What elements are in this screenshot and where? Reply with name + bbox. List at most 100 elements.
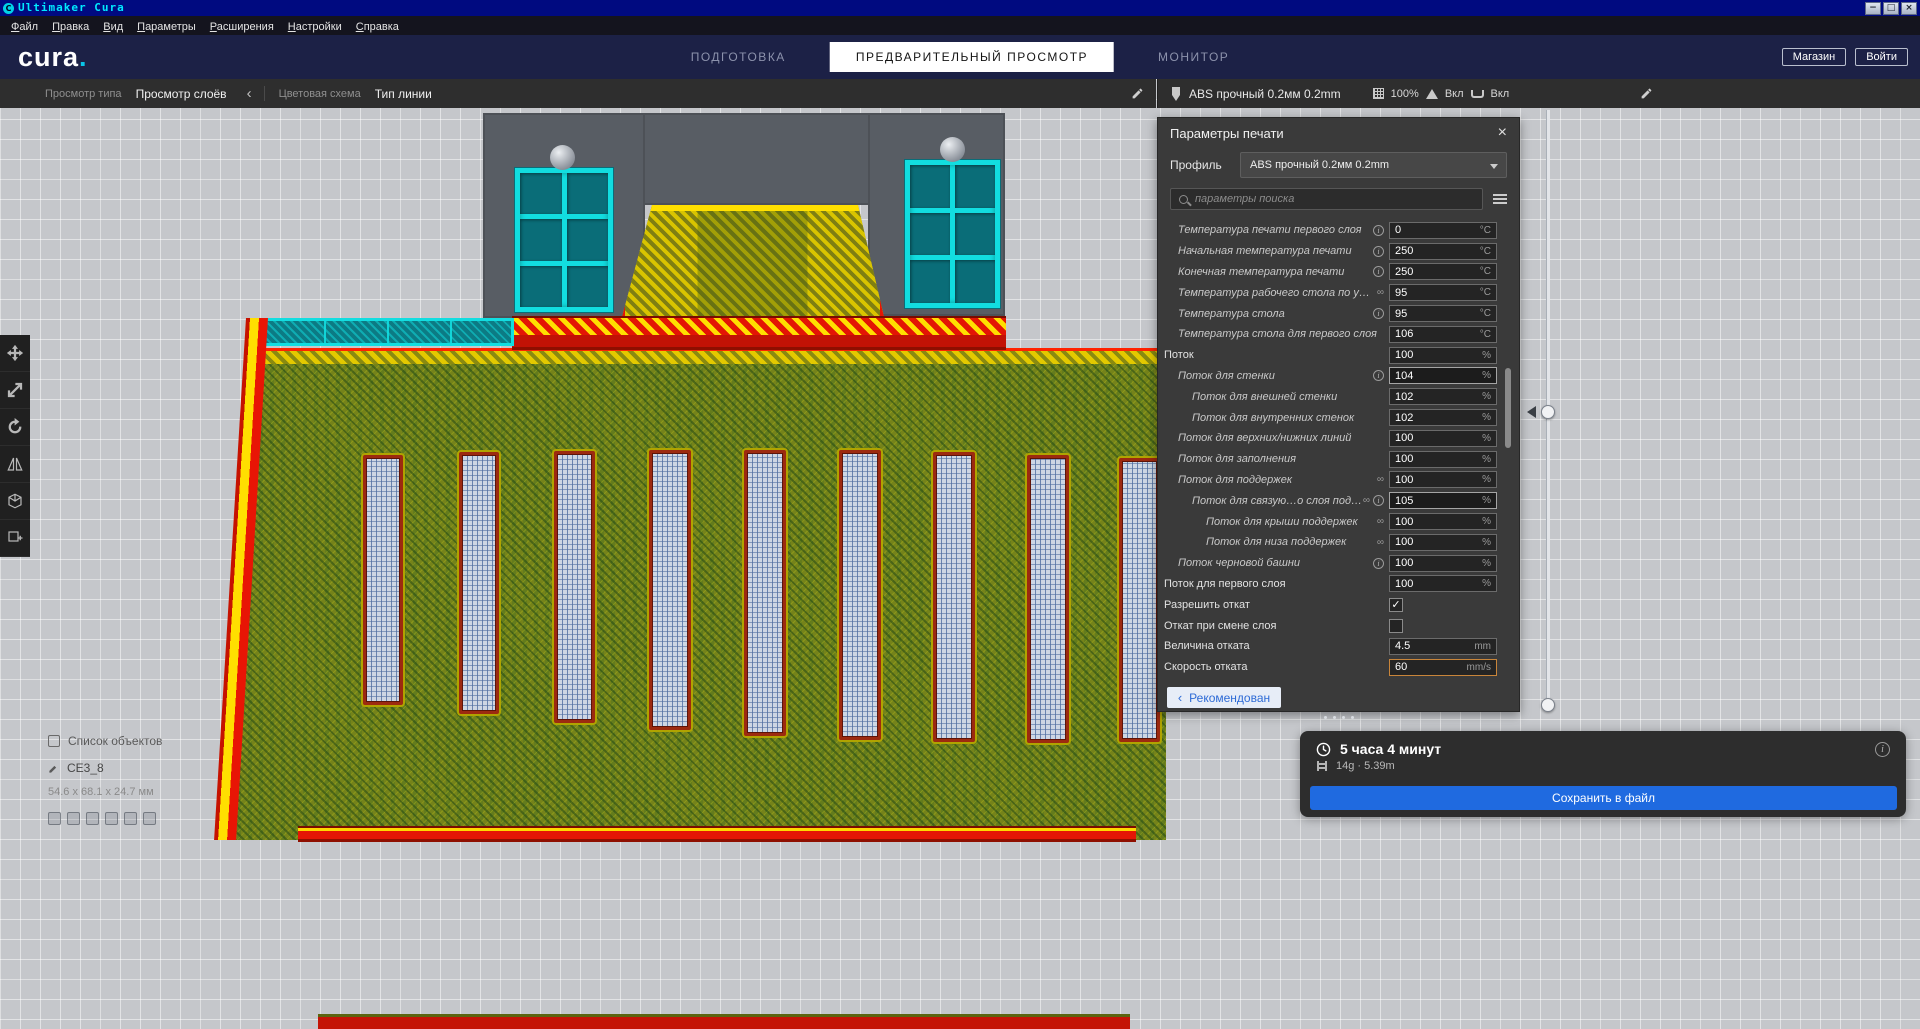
setting-value-field[interactable]: 100% [1389, 430, 1497, 447]
menu-item[interactable]: Правка [45, 21, 96, 33]
per-model-settings-button[interactable] [0, 483, 30, 520]
camera-view-icon[interactable] [67, 812, 80, 825]
object-list-item[interactable]: CE3_8 [48, 761, 162, 775]
profile-select[interactable]: ABS прочный 0.2мм 0.2mm [1240, 152, 1507, 178]
support-blocker-button[interactable] [0, 520, 30, 557]
mirror-tool-button[interactable] [0, 446, 30, 483]
profile-row: Профиль ABS прочный 0.2мм 0.2mm [1158, 148, 1519, 182]
setting-value-field[interactable]: 100% [1389, 575, 1497, 592]
setting-checkbox[interactable]: ✓ [1389, 598, 1403, 612]
setting-value-field[interactable]: 250°C [1389, 263, 1497, 280]
camera-view-icon[interactable] [143, 812, 156, 825]
move-tool-button[interactable] [0, 335, 30, 372]
setting-row[interactable]: Температура стола i 95°C [1158, 303, 1519, 324]
panel-scrollbar[interactable] [1505, 226, 1511, 684]
save-to-file-button[interactable]: Сохранить в файл [1310, 786, 1897, 810]
setting-row[interactable]: Поток для внешней стенки 102% [1158, 386, 1519, 407]
setting-value-field[interactable]: 100% [1389, 555, 1497, 572]
setting-value-field[interactable]: 100% [1389, 451, 1497, 468]
setting-row[interactable]: Откат при смене слоя [1158, 615, 1519, 636]
minimize-button[interactable]: − [1865, 2, 1881, 15]
close-button[interactable]: × [1901, 2, 1917, 15]
camera-view-icon[interactable] [124, 812, 137, 825]
camera-view-icon[interactable] [48, 812, 61, 825]
print-setup-bar[interactable]: ABS прочный 0.2мм 0.2mm 100% Вкл Вкл [1157, 79, 1920, 108]
setting-value-field[interactable]: 95°C [1389, 284, 1497, 301]
rotate-tool-button[interactable] [0, 409, 30, 446]
setting-row[interactable]: Температура печати первого слоя i 0°C [1158, 220, 1519, 241]
setting-row[interactable]: Скорость отката 60mm/s [1158, 657, 1519, 678]
scale-tool-button[interactable] [0, 372, 30, 409]
menu-item[interactable]: Вид [96, 21, 130, 33]
menu-item[interactable]: Параметры [130, 21, 203, 33]
setting-row[interactable]: Поток для связую…о слоя поддержек ∞i 105… [1158, 490, 1519, 511]
maximize-button[interactable]: □ [1883, 2, 1899, 15]
setting-row[interactable]: Поток для внутренних стенок 102% [1158, 407, 1519, 428]
setting-row[interactable]: Конечная температура печати i 250°C [1158, 262, 1519, 283]
setting-value-field[interactable]: 250°C [1389, 243, 1497, 260]
stage-tab-1[interactable]: ПРЕДВАРИТЕЛЬНЫЙ ПРОСМОТР [830, 42, 1114, 72]
stage-tab-0[interactable]: ПОДГОТОВКА [691, 50, 786, 64]
object-list-header[interactable]: Список объектов [48, 734, 162, 748]
setting-value-field[interactable]: 100% [1389, 347, 1497, 364]
menu-item[interactable]: Файл [4, 21, 45, 33]
setting-row[interactable]: Поток для стенки i 104% [1158, 366, 1519, 387]
panel-scrollbar-thumb[interactable] [1505, 368, 1511, 448]
3d-viewport[interactable]: Просмотр типа Просмотр слоёв ‹ Цветовая … [0, 79, 1920, 1029]
menu-item[interactable]: Настройки [281, 21, 349, 33]
info-icon[interactable]: i [1875, 742, 1890, 757]
setting-row[interactable]: Поток для поддержек ∞ 100% [1158, 470, 1519, 491]
setting-checkbox[interactable] [1389, 619, 1403, 633]
setting-row[interactable]: Поток для крыши поддержек ∞ 100% [1158, 511, 1519, 532]
setting-control: 0°C [1389, 222, 1497, 239]
view-config-bar[interactable]: Просмотр типа Просмотр слоёв ‹ Цветовая … [0, 79, 1156, 108]
setting-row[interactable]: Поток для верхних/нижних линий 100% [1158, 428, 1519, 449]
setting-value-field[interactable]: 60mm/s [1389, 659, 1497, 676]
print-settings-panel: Параметры печати × Профиль ABS прочный 0… [1157, 117, 1520, 712]
setting-row[interactable]: Поток 100% [1158, 345, 1519, 366]
setting-value-field[interactable]: 4.5mm [1389, 638, 1497, 655]
menu-item[interactable]: Справка [349, 21, 406, 33]
camera-view-icon[interactable] [105, 812, 118, 825]
window-titlebar[interactable]: C Ultimaker Cura − □ × [0, 0, 1920, 16]
setting-value-field[interactable]: 95°C [1389, 305, 1497, 322]
sign-in-button[interactable]: Войти [1855, 48, 1908, 66]
panel-close-icon[interactable]: × [1498, 125, 1507, 141]
print-setup-summary[interactable]: ABS прочный 0.2мм 0.2mm 100% Вкл Вкл [1170, 87, 1521, 101]
setting-row[interactable]: Температура стола для первого слоя 106°C [1158, 324, 1519, 345]
setting-value-field[interactable]: 0°C [1389, 222, 1497, 239]
menu-item[interactable]: Расширения [203, 21, 281, 33]
setting-control [1389, 619, 1497, 633]
setting-row[interactable]: Поток для первого слоя 100% [1158, 574, 1519, 595]
layer-slider-handle-bottom[interactable] [1541, 698, 1555, 712]
setting-value-field[interactable]: 104% [1389, 367, 1497, 384]
setting-value-field[interactable]: 102% [1389, 409, 1497, 426]
view-type-value[interactable]: Просмотр слоёв [136, 87, 227, 101]
setting-row[interactable]: Поток для низа поддержек ∞ 100% [1158, 532, 1519, 553]
setting-value-field[interactable]: 100% [1389, 534, 1497, 551]
edit-setup-pencil-icon[interactable] [1640, 87, 1653, 100]
setting-value-field[interactable]: 105% [1389, 492, 1497, 509]
setting-value-field[interactable]: 100% [1389, 471, 1497, 488]
setting-row[interactable]: Величина отката 4.5mm [1158, 636, 1519, 657]
camera-view-icon[interactable] [86, 812, 99, 825]
collapse-chevron-icon[interactable]: ‹ [247, 85, 252, 102]
recommended-mode-button[interactable]: ‹ Рекомендован [1167, 687, 1281, 708]
edit-view-pencil-icon[interactable] [1131, 87, 1144, 100]
setting-row[interactable]: Поток черновой башни i 100% [1158, 553, 1519, 574]
layer-slider-handle-top[interactable] [1541, 405, 1555, 419]
marketplace-button[interactable]: Магазин [1782, 48, 1846, 66]
setting-row[interactable]: Начальная температура печати i 250°C [1158, 241, 1519, 262]
setting-visibility-menu-icon[interactable] [1493, 194, 1507, 204]
search-input[interactable]: параметры поиска [1170, 188, 1483, 210]
setting-row[interactable]: Температура рабочего стола по умолчанию … [1158, 282, 1519, 303]
setting-value-field[interactable]: 100% [1389, 513, 1497, 530]
stage-tab-2[interactable]: МОНИТОР [1158, 50, 1229, 64]
setting-row[interactable]: Поток для заполнения 100% [1158, 449, 1519, 470]
setting-value-field[interactable]: 102% [1389, 388, 1497, 405]
color-scheme-value[interactable]: Тип линии [375, 87, 432, 101]
infill-value: 100% [1391, 88, 1419, 100]
setting-label: Величина отката [1158, 640, 1384, 652]
setting-value-field[interactable]: 106°C [1389, 326, 1497, 343]
setting-row[interactable]: Разрешить откат ✓ [1158, 594, 1519, 615]
